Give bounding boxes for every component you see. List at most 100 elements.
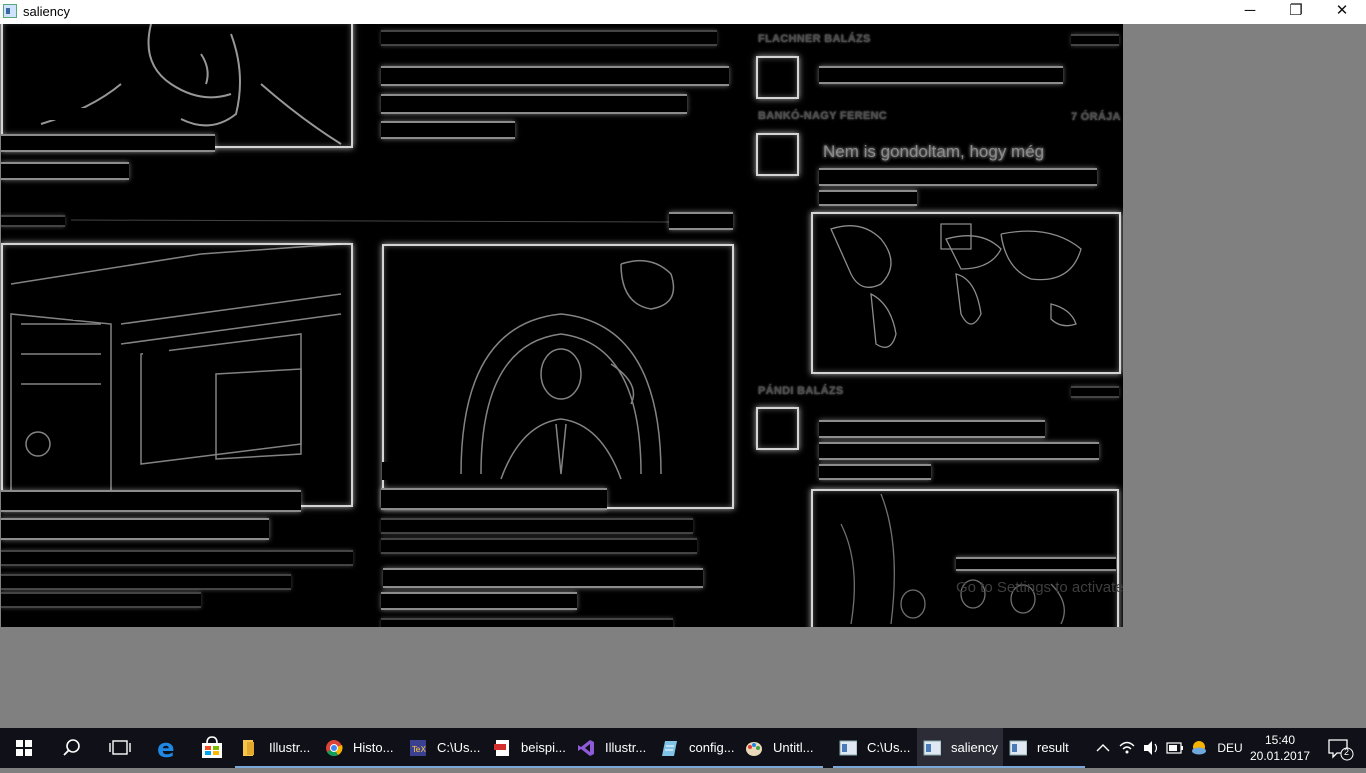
taskbar-item-folder[interactable]: Illustr... (235, 728, 319, 768)
window-app-icon (839, 740, 857, 756)
restore-button[interactable]: ❐ (1273, 0, 1319, 24)
taskbar-item-label: C:\Us... (437, 740, 481, 755)
store-icon (202, 736, 222, 758)
activation-watermark: Go to Settings to activate (956, 579, 1123, 596)
headline-line (1, 162, 129, 180)
wifi-icon (1119, 741, 1135, 754)
text-line (381, 538, 697, 554)
taskbar-item-pdf[interactable]: beispi... (487, 728, 571, 768)
search-button[interactable] (48, 728, 96, 768)
article-image-portrait (1, 24, 353, 148)
taskbar-item-label: beispi... (521, 740, 566, 755)
minimize-button[interactable]: ─ (1227, 0, 1273, 24)
author-avatar-2 (756, 133, 799, 176)
chevron-up-icon (1096, 744, 1110, 752)
app-icon (3, 4, 17, 18)
taskbar-item-texmaker[interactable]: TeX C:\Us... (403, 728, 487, 768)
store-button[interactable] (190, 728, 234, 768)
windows-logo-icon (16, 740, 32, 756)
text-line (1, 592, 201, 608)
window-app-icon (1009, 740, 1027, 756)
headline-line (381, 66, 729, 86)
saliency-image: FLACHNER BALÁZS BANKÓ-NAGY FERENC 7 ÓRÁJ… (1, 24, 1123, 627)
taskbar-item-paint[interactable]: Untitl... (739, 728, 823, 768)
edge-button[interactable]: e (144, 728, 190, 768)
volume-tray-button[interactable] (1140, 728, 1162, 768)
taskbar-item-label: Histo... (353, 740, 394, 755)
network-tray-button[interactable] (1116, 728, 1138, 768)
battery-tray-button[interactable] (1164, 728, 1186, 768)
headline-line (381, 488, 607, 510)
action-center-button[interactable]: 2 (1320, 728, 1360, 768)
image-tag (382, 462, 454, 480)
text-line (381, 518, 693, 534)
notification-icon (1328, 739, 1354, 761)
text-line (1, 574, 291, 590)
section-label (1, 215, 65, 227)
notepad-icon (662, 741, 677, 756)
paint-icon (746, 742, 762, 756)
taskbar-item-label: result (1037, 740, 1069, 755)
image-tag (46, 108, 102, 120)
clock-time: 15:40 (1264, 733, 1296, 747)
headline-line (819, 190, 917, 206)
window-app-icon (923, 740, 941, 756)
image-tag (73, 309, 117, 320)
input-language-button[interactable]: DEU (1214, 728, 1246, 768)
window-title: saliency (23, 4, 70, 19)
timestamp (1071, 386, 1119, 398)
section-more-link[interactable] (669, 212, 733, 230)
taskbar-item-saliency[interactable]: saliency (917, 728, 1003, 768)
taskbar-item-notepad[interactable]: config... (655, 728, 739, 768)
headline-line (819, 66, 1063, 84)
taskbar-item-chrome[interactable]: Histo... (319, 728, 403, 768)
text-line (1, 550, 353, 566)
headline-line (381, 121, 515, 139)
author-name: BANKÓ-NAGY FERENC (758, 110, 887, 122)
taskbar-item-label: Untitl... (773, 740, 814, 755)
text-line (381, 30, 717, 46)
headline-line (1, 518, 269, 540)
taskbar-item-console[interactable]: C:\Us... (833, 728, 917, 768)
chrome-icon (326, 740, 343, 757)
headline-line (383, 568, 703, 588)
activation-title (956, 557, 1116, 571)
taskbar: e Illustr... Histo... TeX C:\Us... beisp… (0, 728, 1366, 768)
article-image-map (811, 212, 1121, 374)
clock-button[interactable]: 15:40 20.01.2017 (1250, 728, 1310, 768)
author-name: PÁNDI BALÁZS (758, 385, 844, 397)
svg-text:e: e (157, 734, 175, 764)
headline-line (819, 168, 1097, 186)
task-view-button[interactable] (96, 728, 144, 768)
headline-line (381, 592, 577, 610)
visual-studio-icon (578, 740, 594, 756)
notification-count: 2 (1344, 747, 1350, 757)
task-view-icon (109, 740, 131, 755)
pdf-icon (494, 740, 509, 756)
svg-text:TeX: TeX (411, 745, 426, 754)
weather-icon (1192, 741, 1206, 755)
folder-icon (243, 740, 254, 756)
close-button[interactable]: ✕ (1319, 0, 1365, 24)
author-avatar-1 (756, 56, 799, 99)
headline-line (1, 134, 215, 152)
author-name: FLACHNER BALÁZS (758, 33, 871, 45)
taskbar-item-result[interactable]: result (1003, 728, 1085, 768)
taskbar-item-label: C:\Us... (867, 740, 911, 755)
taskbar-item-label: Illustr... (605, 740, 647, 755)
article-image-bus (1, 243, 353, 507)
start-button[interactable] (0, 728, 48, 768)
weather-tray-button[interactable] (1188, 728, 1210, 768)
show-hidden-icons-button[interactable] (1092, 728, 1114, 768)
search-icon (63, 739, 80, 756)
timestamp (1071, 34, 1119, 46)
battery-icon (1166, 742, 1183, 754)
window-titlebar: saliency ─ ❐ ✕ (0, 0, 1366, 24)
headline-line (819, 442, 1099, 460)
taskbar-item-label: Illustr... (269, 740, 311, 755)
author-avatar-3 (756, 407, 799, 450)
article-headline[interactable]: Nem is gondoltam, hogy még (823, 142, 1044, 162)
headline-line (819, 464, 931, 480)
headline-line (1, 490, 301, 512)
taskbar-item-visual-studio[interactable]: Illustr... (571, 728, 655, 768)
